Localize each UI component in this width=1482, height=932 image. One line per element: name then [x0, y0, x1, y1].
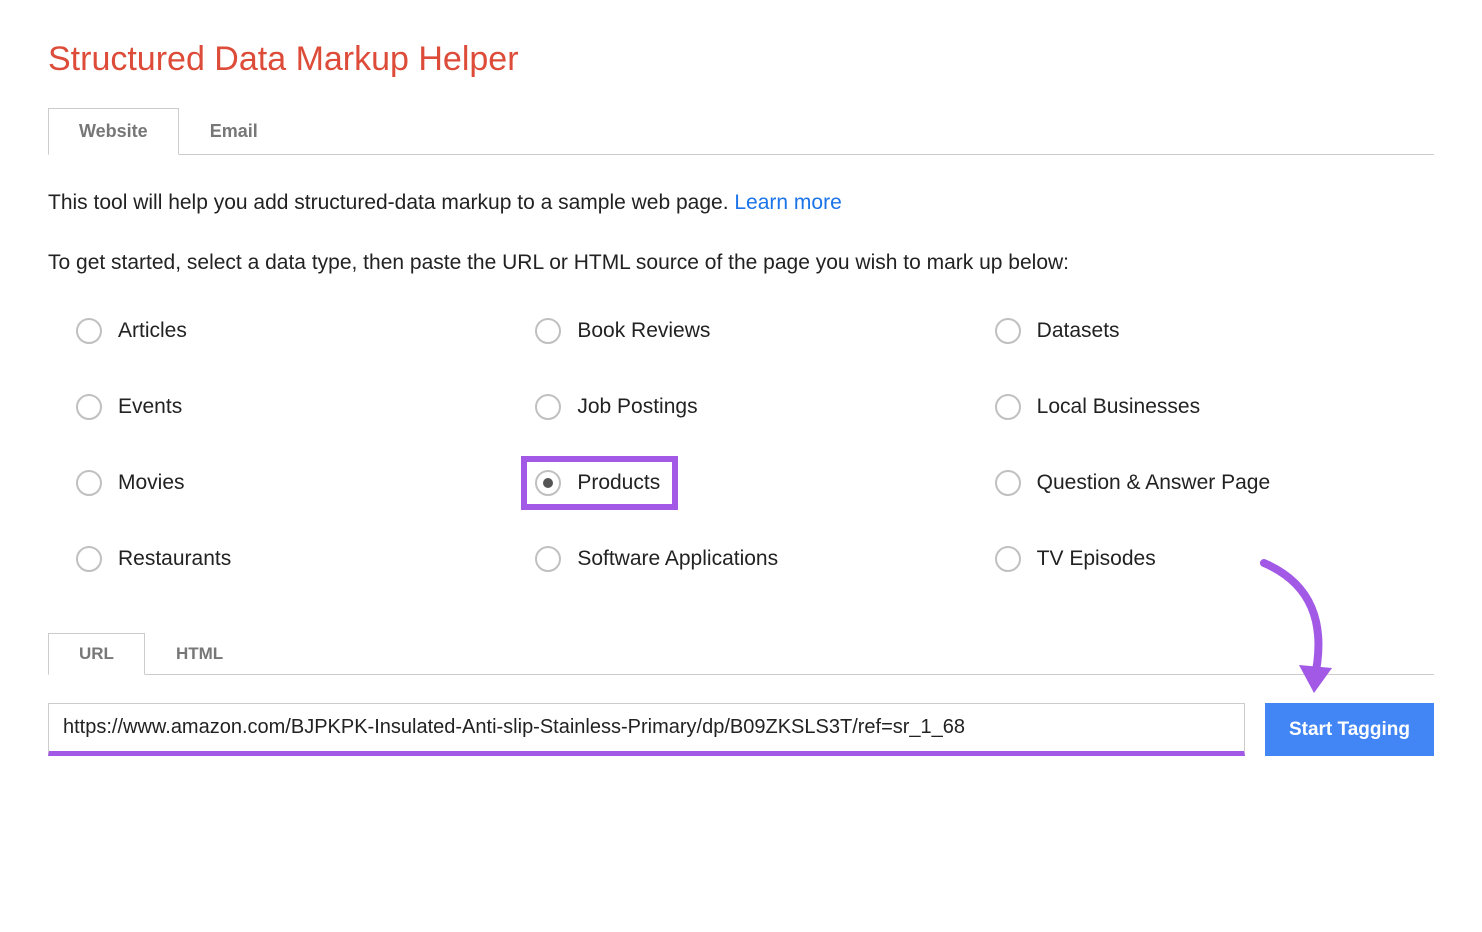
input-type-tabs: URL HTML — [48, 632, 1434, 675]
tab-website[interactable]: Website — [48, 108, 179, 155]
radio-option-datasets[interactable]: Datasets — [995, 318, 1434, 344]
radio-option-products[interactable]: Products — [525, 460, 674, 506]
radio-option-tv-episodes[interactable]: TV Episodes — [995, 546, 1434, 572]
radio-label: Local Businesses — [1037, 395, 1200, 419]
radio-label: Software Applications — [577, 547, 778, 571]
input-row: Start Tagging — [48, 703, 1434, 756]
start-tagging-button[interactable]: Start Tagging — [1265, 703, 1434, 756]
tab-email[interactable]: Email — [179, 108, 289, 155]
radio-icon — [995, 394, 1021, 420]
url-input[interactable] — [48, 703, 1245, 756]
radio-option-software-applications[interactable]: Software Applications — [535, 546, 974, 572]
radio-label: Restaurants — [118, 547, 231, 571]
radio-option-restaurants[interactable]: Restaurants — [76, 546, 515, 572]
page-title: Structured Data Markup Helper — [48, 40, 1434, 79]
radio-icon — [995, 470, 1021, 496]
radio-label: Articles — [118, 319, 187, 343]
radio-label: TV Episodes — [1037, 547, 1156, 571]
tab-url[interactable]: URL — [48, 633, 145, 675]
radio-option-articles[interactable]: Articles — [76, 318, 515, 344]
radio-option-book-reviews[interactable]: Book Reviews — [535, 318, 974, 344]
radio-option-movies[interactable]: Movies — [76, 470, 515, 496]
radio-icon — [995, 546, 1021, 572]
radio-option-events[interactable]: Events — [76, 394, 515, 420]
radio-icon — [76, 470, 102, 496]
radio-option-job-postings[interactable]: Job Postings — [535, 394, 974, 420]
content-type-tabs: Website Email — [48, 107, 1434, 155]
data-type-radio-group: Articles Book Reviews Datasets Events Jo… — [48, 318, 1434, 572]
radio-label: Question & Answer Page — [1037, 471, 1270, 495]
instruction-text: To get started, select a data type, then… — [48, 247, 1434, 279]
radio-label: Datasets — [1037, 319, 1120, 343]
tab-html[interactable]: HTML — [145, 633, 254, 675]
intro-text-before: This tool will help you add structured-d… — [48, 191, 734, 214]
radio-icon — [535, 318, 561, 344]
radio-label: Products — [577, 471, 660, 495]
learn-more-link[interactable]: Learn more — [734, 191, 841, 214]
radio-option-local-businesses[interactable]: Local Businesses — [995, 394, 1434, 420]
radio-icon — [76, 318, 102, 344]
radio-label: Events — [118, 395, 182, 419]
radio-label: Book Reviews — [577, 319, 710, 343]
radio-label: Movies — [118, 471, 185, 495]
radio-icon — [995, 318, 1021, 344]
radio-label: Job Postings — [577, 395, 697, 419]
radio-option-qa-page[interactable]: Question & Answer Page — [995, 470, 1434, 496]
radio-icon — [535, 470, 561, 496]
radio-icon — [76, 394, 102, 420]
intro-text: This tool will help you add structured-d… — [48, 187, 1434, 219]
radio-icon — [76, 546, 102, 572]
radio-icon — [535, 546, 561, 572]
radio-icon — [535, 394, 561, 420]
